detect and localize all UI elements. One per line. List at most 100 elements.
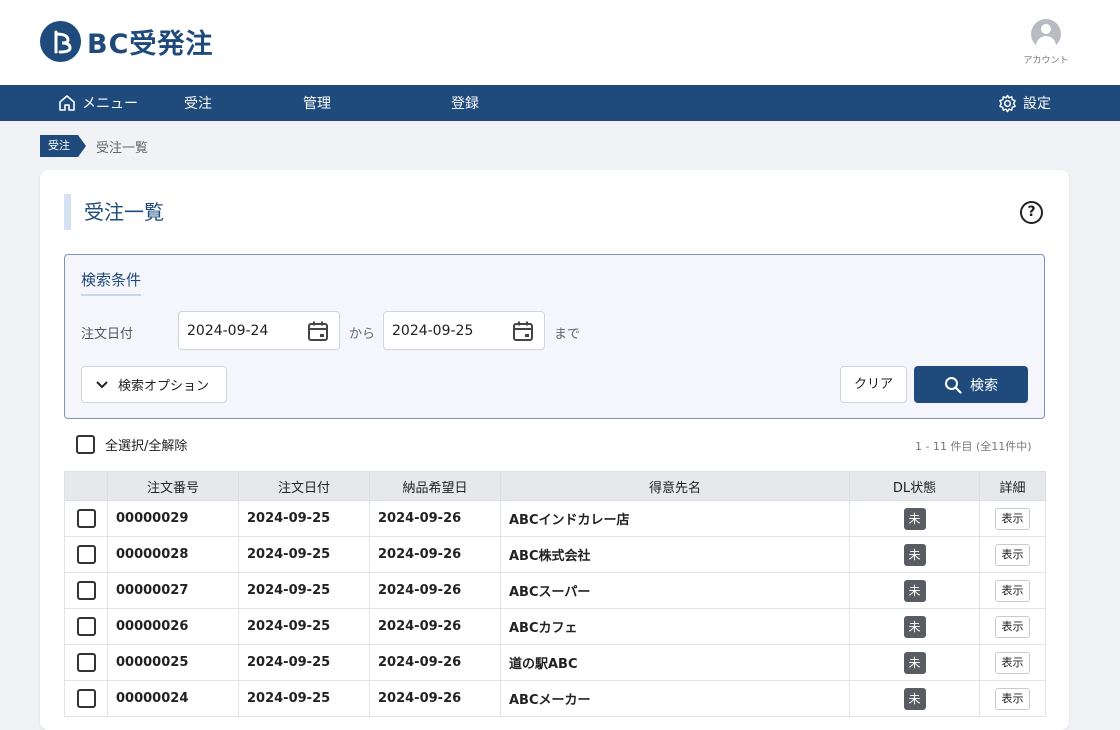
order-date-label: 注文日付 xyxy=(81,327,134,342)
row-select-cell xyxy=(64,572,108,609)
search-conditions-title: 検索条件 xyxy=(81,269,142,296)
table-row: 00000024 2024-09-25 2024-09-26 ABCメーカー 未… xyxy=(64,680,1046,717)
customer-cell: 道の駅ABC xyxy=(500,644,850,681)
detail-cell: 表示 xyxy=(979,536,1046,573)
select-all-toggle[interactable]: 全選択/全解除 xyxy=(76,435,187,454)
result-count: 1 - 11 件目 (全11件中) xyxy=(915,440,1032,453)
account-button[interactable]: アカウント xyxy=(1020,19,1072,66)
table-header-row: 注文番号 注文日付 納品希望日 得意先名 DL状態 詳細 xyxy=(64,471,1046,501)
delivery-date-cell: 2024-09-26 xyxy=(369,536,501,573)
range-from-text: から xyxy=(349,327,376,342)
header-detail: 詳細 xyxy=(979,471,1046,501)
dl-status-badge: 未 xyxy=(903,543,926,566)
calendar-icon[interactable] xyxy=(307,320,329,342)
main-nav: メニュー 受注 管理 登録 設定 xyxy=(0,85,1120,121)
date-from-value: 2024-09-24 xyxy=(187,322,269,339)
date-to-input[interactable]: 2024-09-25 xyxy=(383,311,545,350)
dl-status-badge: 未 xyxy=(903,687,926,710)
delivery-date-cell: 2024-09-26 xyxy=(369,644,501,681)
nav-settings[interactable]: 設定 xyxy=(998,85,1051,121)
search-options-button[interactable]: 検索オプション xyxy=(81,366,227,403)
dl-status-cell: 未 xyxy=(849,608,980,645)
order-date-cell: 2024-09-25 xyxy=(238,500,370,537)
dl-status-cell: 未 xyxy=(849,536,980,573)
header-select xyxy=(64,471,108,501)
dl-status-badge: 未 xyxy=(903,579,926,602)
row-checkbox[interactable] xyxy=(77,689,96,708)
account-label: アカウント xyxy=(1023,56,1069,66)
customer-cell: ABCメーカー xyxy=(500,680,850,717)
nav-menu[interactable]: メニュー xyxy=(58,85,138,121)
range-to-text: まで xyxy=(554,327,581,342)
dl-status-cell: 未 xyxy=(849,500,980,537)
select-all-checkbox[interactable] xyxy=(76,435,95,454)
help-icon[interactable]: ? xyxy=(1020,201,1043,224)
order-date-cell: 2024-09-25 xyxy=(238,572,370,609)
order-date-cell: 2024-09-25 xyxy=(238,644,370,681)
header-dl-status[interactable]: DL状態 xyxy=(849,471,980,501)
row-checkbox[interactable] xyxy=(77,545,96,564)
detail-button[interactable]: 表示 xyxy=(995,579,1030,602)
detail-cell: 表示 xyxy=(979,572,1046,609)
order-no-cell: 00000024 xyxy=(107,680,239,717)
detail-button[interactable]: 表示 xyxy=(995,651,1030,674)
order-no-cell: 00000028 xyxy=(107,536,239,573)
customer-cell: ABC株式会社 xyxy=(500,536,850,573)
customer-cell: ABCスーパー xyxy=(500,572,850,609)
detail-button[interactable]: 表示 xyxy=(995,507,1030,530)
detail-button[interactable]: 表示 xyxy=(995,687,1030,710)
row-checkbox[interactable] xyxy=(77,617,96,636)
nav-orders-label: 受注 xyxy=(184,96,212,112)
nav-orders[interactable]: 受注 xyxy=(184,85,212,121)
detail-cell: 表示 xyxy=(979,644,1046,681)
order-date-cell: 2024-09-25 xyxy=(238,608,370,645)
nav-management[interactable]: 管理 xyxy=(303,85,331,121)
clear-button[interactable]: クリア xyxy=(840,366,907,403)
row-select-cell xyxy=(64,536,108,573)
table-row: 00000029 2024-09-25 2024-09-26 ABCインドカレー… xyxy=(64,500,1046,537)
detail-button[interactable]: 表示 xyxy=(995,543,1030,566)
row-checkbox[interactable] xyxy=(77,509,96,528)
row-select-cell xyxy=(64,500,108,537)
nav-settings-label: 設定 xyxy=(1023,96,1051,112)
page-title: 受注一覧 xyxy=(64,194,164,230)
header-customer[interactable]: 得意先名 xyxy=(500,471,850,501)
order-no-cell: 00000029 xyxy=(107,500,239,537)
search-button[interactable]: 検索 xyxy=(914,366,1028,403)
dl-status-cell: 未 xyxy=(849,680,980,717)
header-order-date[interactable]: 注文日付 xyxy=(238,471,370,501)
detail-cell: 表示 xyxy=(979,680,1046,717)
breadcrumb: 受注 受注一覧 xyxy=(40,135,148,157)
delivery-date-cell: 2024-09-26 xyxy=(369,500,501,537)
breadcrumb-orders[interactable]: 受注 xyxy=(40,135,86,157)
calendar-icon[interactable] xyxy=(512,320,534,342)
row-checkbox[interactable] xyxy=(77,581,96,600)
row-checkbox[interactable] xyxy=(77,653,96,672)
date-to-value: 2024-09-25 xyxy=(392,322,474,339)
order-date-cell: 2024-09-25 xyxy=(238,680,370,717)
search-button-label: 検索 xyxy=(970,377,998,394)
nav-management-label: 管理 xyxy=(303,96,331,112)
user-avatar-icon xyxy=(1031,19,1061,49)
dl-status-cell: 未 xyxy=(849,644,980,681)
dl-status-badge: 未 xyxy=(903,651,926,674)
header-order-no[interactable]: 注文番号 xyxy=(107,471,239,501)
table-row: 00000025 2024-09-25 2024-09-26 道の駅ABC 未 … xyxy=(64,644,1046,681)
home-icon xyxy=(59,95,75,111)
dl-status-badge: 未 xyxy=(903,615,926,638)
dl-status-cell: 未 xyxy=(849,572,980,609)
gear-icon xyxy=(999,94,1016,112)
search-conditions-panel: 検索条件 注文日付 2024-09-24 から 2024-09-25 まで 検索… xyxy=(64,254,1045,419)
search-icon xyxy=(945,376,962,394)
date-from-input[interactable]: 2024-09-24 xyxy=(178,311,340,350)
breadcrumb-current: 受注一覧 xyxy=(96,140,149,156)
order-list-card: 受注一覧 ? 検索条件 注文日付 2024-09-24 から 2024-09-2… xyxy=(40,170,1069,730)
row-select-cell xyxy=(64,608,108,645)
chevron-down-icon xyxy=(96,380,108,388)
app-logo[interactable]: BC受発注 xyxy=(40,21,213,62)
header-delivery-date[interactable]: 納品希望日 xyxy=(369,471,501,501)
order-no-cell: 00000026 xyxy=(107,608,239,645)
row-select-cell xyxy=(64,644,108,681)
detail-button[interactable]: 表示 xyxy=(995,615,1030,638)
nav-register[interactable]: 登録 xyxy=(451,85,479,121)
